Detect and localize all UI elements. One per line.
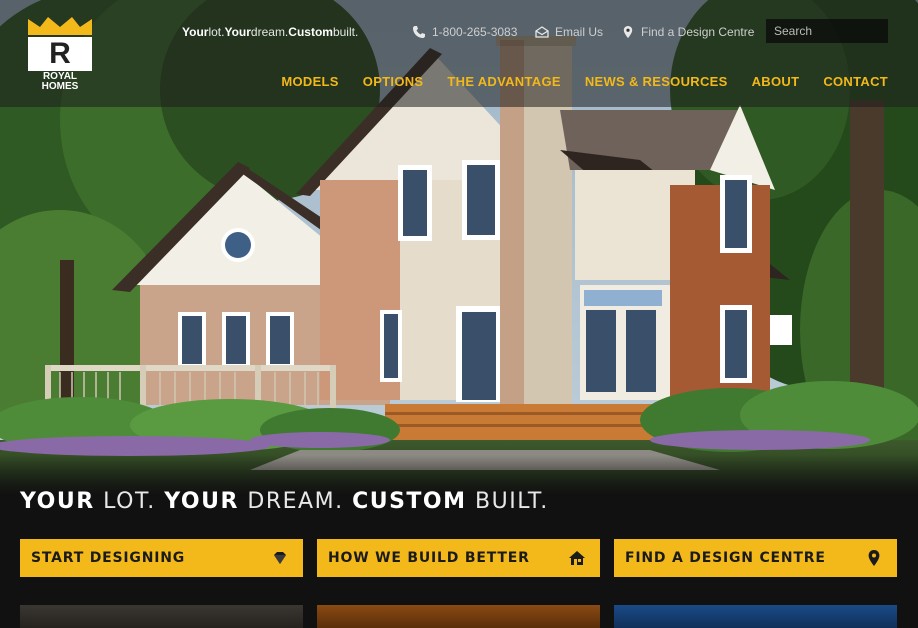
logo-mark: R [28, 37, 92, 71]
map-pin-icon [623, 26, 633, 38]
tagline-part: Your [224, 25, 251, 39]
crown-icon [28, 17, 92, 35]
logo-letter: R [49, 37, 71, 70]
start-designing-button[interactable]: START DESIGNING [20, 539, 303, 577]
tagline-part: Your [182, 25, 209, 39]
email-icon [535, 26, 549, 38]
cta-label: START DESIGNING [31, 550, 186, 566]
email-label: Email Us [555, 25, 604, 39]
phone-number: 1-800-265-3083 [432, 25, 518, 39]
logo-line-2: HOMES [41, 81, 79, 92]
feature-thumbnail[interactable] [614, 605, 897, 628]
feature-thumbnail[interactable] [20, 605, 303, 628]
search-box [766, 19, 918, 43]
email-link[interactable]: Email Us [535, 22, 603, 42]
find-design-centre-link[interactable]: Find a Design Centre [621, 22, 754, 42]
search-input[interactable] [766, 19, 918, 43]
tagline-part: lot. [208, 25, 225, 39]
how-we-build-better-button[interactable]: HOW WE BUILD BETTER [317, 539, 600, 577]
hero-headline: YOUR LOT. YOUR DREAM. CUSTOM BUILT. [20, 489, 549, 514]
main-navigation: MODELS OPTIONS THE ADVANTAGE NEWS & RESO… [281, 74, 888, 89]
headline-part: DREAM. [238, 489, 353, 514]
map-pin-icon [868, 550, 880, 566]
find-label: Find a Design Centre [641, 25, 755, 39]
house-icon [569, 551, 585, 565]
tagline-part: Custom [288, 25, 333, 39]
cta-label: HOW WE BUILD BETTER [328, 550, 530, 566]
headline-part: YOUR [164, 489, 239, 514]
cta-label: FIND A DESIGN CENTRE [625, 550, 826, 566]
nav-item-models[interactable]: MODELS [281, 74, 338, 89]
headline-part: YOUR [20, 489, 95, 514]
nav-item-the-advantage[interactable]: THE ADVANTAGE [447, 74, 560, 89]
find-a-design-centre-button[interactable]: FIND A DESIGN CENTRE [614, 539, 897, 577]
nav-item-about[interactable]: ABOUT [752, 74, 800, 89]
phone-icon [413, 26, 425, 38]
header-tagline: Your lot. Your dream. Custom built. [182, 22, 358, 42]
tagline-part: dream. [250, 25, 289, 39]
headline-part: BUILT. [466, 489, 549, 514]
diamond-icon [274, 552, 286, 564]
headline-part: LOT. [94, 489, 165, 514]
feature-thumbnail[interactable] [317, 605, 600, 628]
headline-part: CUSTOM [352, 489, 467, 514]
nav-item-options[interactable]: OPTIONS [363, 74, 424, 89]
phone-link[interactable]: 1-800-265-3083 [412, 22, 517, 42]
royal-homes-logo[interactable]: R ROYAL HOMES [26, 15, 94, 93]
nav-item-contact[interactable]: CONTACT [823, 74, 888, 89]
logo-wordmark: ROYAL HOMES [26, 72, 94, 92]
tagline-part: built. [332, 25, 359, 39]
nav-item-news-resources[interactable]: NEWS & RESOURCES [585, 74, 728, 89]
site-header: R ROYAL HOMES Your lot. Your dream. Cust… [0, 0, 918, 107]
